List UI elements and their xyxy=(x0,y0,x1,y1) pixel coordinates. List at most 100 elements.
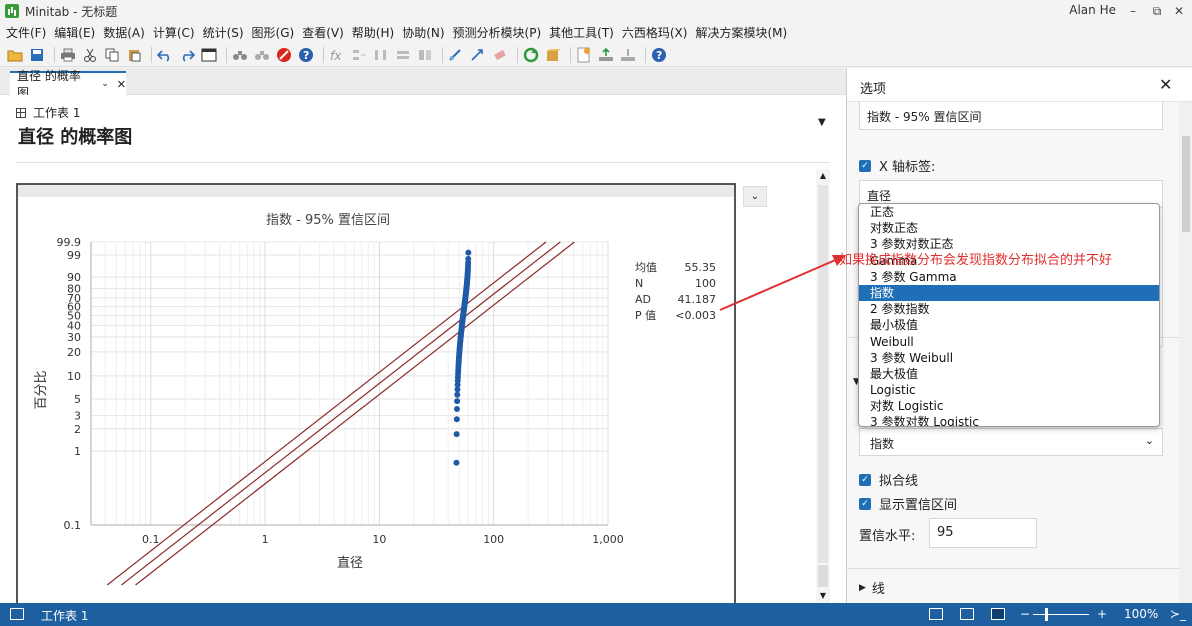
restore-button[interactable]: ⧉ xyxy=(1148,2,1166,20)
show-ci-checkbox[interactable]: ✓ 显示置信区间 xyxy=(859,494,957,513)
x-axis-label-text: X 轴标签: xyxy=(879,160,936,175)
brush-icon[interactable] xyxy=(447,46,465,64)
redo-icon[interactable] xyxy=(178,46,196,64)
menu-view[interactable]: 查看(V) xyxy=(302,24,344,41)
tab-probability-plot[interactable]: 直径 的概率图 ⌄ ✕ xyxy=(10,69,126,100)
grid-view-icon[interactable] xyxy=(960,608,974,620)
fit-line-label: 拟合线 xyxy=(879,474,919,489)
menu-data[interactable]: 数据(A) xyxy=(103,24,145,41)
panel-scroll-thumb[interactable] xyxy=(1182,136,1190,232)
open-folder-icon[interactable] xyxy=(6,46,24,64)
scrollbar-thumb[interactable] xyxy=(818,565,828,587)
refresh-icon[interactable] xyxy=(522,46,540,64)
print-icon[interactable] xyxy=(59,46,77,64)
cut-icon[interactable] xyxy=(81,46,99,64)
x-tick-label: 1 xyxy=(262,533,269,546)
close-tab-icon[interactable]: ✕ xyxy=(117,78,126,91)
menu-predictive[interactable]: 预测分析模块(P) xyxy=(453,24,542,41)
eraser-icon[interactable] xyxy=(491,46,509,64)
menu-tools[interactable]: 其他工具(T) xyxy=(549,24,614,41)
option-largest-extreme[interactable]: 最大极值 xyxy=(859,366,1159,382)
option-lognormal[interactable]: 对数正态 xyxy=(859,220,1159,236)
main-scrollbar[interactable]: ▲ ▼ xyxy=(816,169,830,603)
paste-icon[interactable] xyxy=(125,46,143,64)
save-icon[interactable] xyxy=(28,46,46,64)
graph-title-input[interactable]: 指数 - 95% 置信区间 xyxy=(859,102,1163,130)
panel-scrollbar[interactable] xyxy=(1179,102,1192,603)
option-exponential[interactable]: 指数 xyxy=(859,284,1159,302)
chevron-down-icon[interactable]: ⌄ xyxy=(101,79,109,89)
find-icon[interactable] xyxy=(231,46,249,64)
zoom-in-button[interactable]: + xyxy=(1097,607,1107,621)
crosshair-icon[interactable] xyxy=(469,46,487,64)
output-view-icon[interactable] xyxy=(991,608,1005,620)
option-loglogistic[interactable]: 对数 Logistic xyxy=(859,398,1159,414)
option-smallest-extreme[interactable]: 最小极值 xyxy=(859,317,1159,333)
toolbar-separator xyxy=(151,46,152,63)
option-normal[interactable]: 正态 xyxy=(859,204,1159,220)
panel-toggle-icon[interactable] xyxy=(10,608,24,620)
command-prompt-icon[interactable]: ≻_ xyxy=(1170,607,1186,621)
option-2p-exponential[interactable]: 2 参数指数 xyxy=(859,301,1159,317)
zoom-slider-track[interactable] xyxy=(1033,614,1089,615)
document-tab-bar: 直径 的概率图 ⌄ ✕ xyxy=(0,68,846,100)
download-icon[interactable] xyxy=(619,46,637,64)
caret-down-icon[interactable]: ▼ xyxy=(818,117,826,128)
svg-text:?: ? xyxy=(656,49,662,62)
menu-graph[interactable]: 图形(G) xyxy=(252,24,295,41)
show-ci-label: 显示置信区间 xyxy=(879,498,958,513)
divider xyxy=(16,162,830,163)
distribution-dropdown-list: 正态 对数正态 3 参数对数正态 Gamma 3 参数 Gamma 指数 2 参… xyxy=(858,203,1160,427)
output-pane: 工作表 1 直径 的概率图 ▼ 指数 - 95% 置信区间 0.1 1 2 3 5 10 2… xyxy=(0,95,846,603)
menu-assist[interactable]: 协助(N) xyxy=(402,24,444,41)
menu-solutions[interactable]: 解决方案模块(M) xyxy=(695,24,787,41)
menu-help[interactable]: 帮助(H) xyxy=(352,24,394,41)
option-3p-weibull[interactable]: 3 参数 Weibull xyxy=(859,350,1159,366)
close-window-button[interactable]: ✕ xyxy=(1170,2,1188,20)
worksheet-view-icon[interactable] xyxy=(929,608,943,620)
fit-line-checkbox[interactable]: ✓ 拟合线 xyxy=(859,470,918,489)
formula-icon[interactable]: fx xyxy=(328,46,346,64)
option-3p-loglogistic[interactable]: 3 参数对数 Logistic xyxy=(859,414,1159,426)
close-panel-button[interactable]: ✕ xyxy=(1159,75,1172,94)
graph-menu-button[interactable]: ⌄ xyxy=(743,186,767,207)
help-circle-icon[interactable]: ? xyxy=(650,46,668,64)
stat-value-n: 100 xyxy=(695,277,716,290)
minimize-button[interactable]: – xyxy=(1124,2,1142,20)
scroll-down-icon[interactable]: ▼ xyxy=(816,589,830,603)
user-name[interactable]: Alan He xyxy=(1069,3,1116,17)
insert-col-icon[interactable] xyxy=(372,46,390,64)
help-icon[interactable]: ? xyxy=(297,46,315,64)
x-tick-label: 10 xyxy=(372,533,386,546)
y-axis-label: 百分比 xyxy=(34,370,49,409)
option-3p-gamma[interactable]: 3 参数 Gamma xyxy=(859,269,1159,285)
box-icon[interactable] xyxy=(544,46,562,64)
upload-icon[interactable] xyxy=(597,46,615,64)
option-weibull[interactable]: Weibull xyxy=(859,334,1159,350)
subset-icon[interactable] xyxy=(416,46,434,64)
line-section-header[interactable]: ▶ 线 xyxy=(859,578,885,597)
zoom-out-button[interactable]: − xyxy=(1020,607,1030,621)
zoom-slider-thumb[interactable] xyxy=(1045,608,1048,621)
distribution-select[interactable]: 指数 ⌄ xyxy=(859,428,1163,456)
insert-row-icon[interactable] xyxy=(350,46,368,64)
menu-file[interactable]: 文件(F) xyxy=(6,24,46,41)
panel-title: 选项 xyxy=(860,82,887,97)
menu-six-sigma[interactable]: 六西格玛(X) xyxy=(622,24,688,41)
scroll-up-icon[interactable]: ▲ xyxy=(816,169,830,183)
report-icon[interactable] xyxy=(575,46,593,64)
conf-level-input[interactable]: 95 xyxy=(929,518,1037,548)
data-point xyxy=(453,416,460,423)
menu-calc[interactable]: 计算(C) xyxy=(153,24,195,41)
cancel-icon[interactable] xyxy=(275,46,293,64)
undo-icon[interactable] xyxy=(156,46,174,64)
x-axis-label-checkbox[interactable]: ✓ X 轴标签: xyxy=(859,156,935,175)
replace-icon[interactable] xyxy=(253,46,271,64)
menu-edit[interactable]: 编辑(E) xyxy=(54,24,95,41)
copy-icon[interactable] xyxy=(103,46,121,64)
window-icon[interactable] xyxy=(200,46,218,64)
move-cols-icon[interactable] xyxy=(394,46,412,64)
option-logistic[interactable]: Logistic xyxy=(859,382,1159,398)
graph-frame[interactable]: 指数 - 95% 置信区间 0.1 1 2 3 5 10 20 30 40 50 60 70 80 90 9… xyxy=(16,183,736,603)
menu-stat[interactable]: 统计(S) xyxy=(203,24,244,41)
